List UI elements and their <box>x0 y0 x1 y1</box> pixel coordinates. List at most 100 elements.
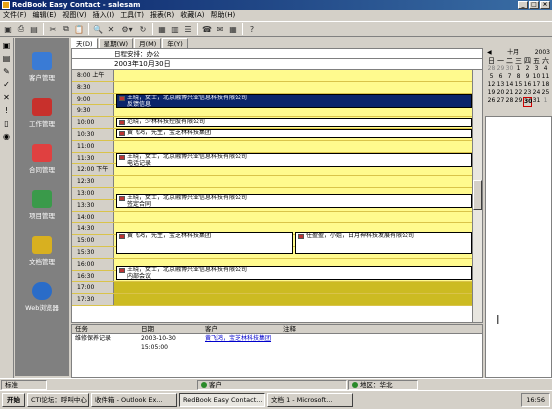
calendar-day[interactable]: 5 <box>487 73 496 81</box>
sidebar-item-projects[interactable]: 项目管理 <box>15 190 69 220</box>
appointment[interactable]: 王晓，女士，北京融博兴业信息科技有限公司 签定合同 <box>116 194 472 208</box>
calendar-day[interactable]: 1 <box>541 97 550 107</box>
time-slot[interactable] <box>114 81 472 93</box>
menu-favorites[interactable]: 收藏(A) <box>180 10 204 21</box>
time-slot[interactable] <box>114 176 472 187</box>
column-header-customer[interactable]: 客户 <box>202 325 280 333</box>
sidebar-item-contracts[interactable]: 合同管理 <box>15 144 69 174</box>
appointment[interactable]: 王晓，女士，北京融博兴业信息科技有限公司 电话记录 <box>116 153 472 167</box>
calendar-day[interactable]: 30 <box>505 65 514 73</box>
column-header-date[interactable]: 日期 <box>138 325 202 333</box>
calendar-day[interactable]: 20 <box>496 89 505 97</box>
calendar-day[interactable]: 12 <box>487 81 496 89</box>
calendar-icon[interactable]: ▦ <box>227 23 239 35</box>
calendar-day[interactable]: 11 <box>541 73 550 81</box>
calendar-day[interactable]: 27 <box>496 97 505 107</box>
time-slot[interactable] <box>114 294 472 305</box>
column-header-note[interactable]: 注释 <box>280 325 482 333</box>
pencil-icon[interactable]: ✎ <box>1 66 12 77</box>
calendar-day[interactable]: 17 <box>532 81 541 89</box>
calendar-day[interactable]: 16 <box>523 81 532 89</box>
phone-icon[interactable]: ☎ <box>201 23 213 35</box>
start-button[interactable]: 开始 <box>2 393 25 407</box>
calendar-day[interactable]: 9 <box>523 73 532 81</box>
paste-icon[interactable]: 📋 <box>73 23 85 35</box>
calendar-day[interactable]: 4 <box>541 65 550 73</box>
schedule-scrollbar[interactable] <box>472 70 482 322</box>
refresh-icon[interactable]: ↻ <box>137 23 149 35</box>
taskbar-item-cti[interactable]: CTI论坛：呼叫中心 - ... <box>27 393 89 407</box>
cut-icon[interactable]: ✂ <box>47 23 59 35</box>
tab-year[interactable]: 年(Y) <box>162 38 188 48</box>
calendar-month[interactable]: 十月 <box>507 48 519 57</box>
appointment[interactable]: 黄飞鸿，先生，宝芝林科技集团 <box>116 232 293 254</box>
close-button[interactable]: × <box>540 1 550 9</box>
calendar-day[interactable]: 6 <box>496 73 505 81</box>
calendar-day[interactable]: 10 <box>532 73 541 81</box>
task-customer-link[interactable]: 黄飞鸿，宝芝林科技集团 <box>202 334 280 343</box>
check-icon[interactable]: ✓ <box>1 79 12 90</box>
calendar-day[interactable]: 22 <box>514 89 523 97</box>
menu-tools[interactable]: 工具(T) <box>120 10 144 21</box>
time-slot[interactable] <box>114 211 472 223</box>
calendar-day[interactable]: 7 <box>505 73 514 81</box>
column-header-task[interactable]: 任务 <box>72 325 138 333</box>
calendar-day[interactable]: 1 <box>514 65 523 73</box>
calendar-day[interactable]: 14 <box>505 81 514 89</box>
cross-icon[interactable]: ✕ <box>1 92 12 103</box>
menu-view[interactable]: 视图(V) <box>62 10 86 21</box>
tab-day[interactable]: 天(D) <box>71 38 98 48</box>
calendar-day[interactable]: 28 <box>505 97 514 107</box>
time-row[interactable]: 17:00 <box>72 282 482 295</box>
prev-month-button[interactable]: ◀ <box>487 48 492 57</box>
globe-icon[interactable]: ◉ <box>1 131 12 142</box>
calendar-day[interactable]: 29 <box>496 65 505 73</box>
time-slot[interactable] <box>114 70 472 81</box>
print-icon[interactable]: ⎙ <box>15 23 27 35</box>
calendar-day[interactable]: 30 <box>523 97 532 107</box>
calendar-day[interactable]: 2 <box>523 65 532 73</box>
menu-file[interactable]: 文件(F) <box>3 10 27 21</box>
calendar-day[interactable]: 13 <box>496 81 505 89</box>
calendar-day[interactable]: 8 <box>514 73 523 81</box>
calendar-day[interactable]: 25 <box>541 89 550 97</box>
menu-insert[interactable]: 插入(I) <box>93 10 115 21</box>
doc-icon[interactable]: ▯ <box>1 118 12 129</box>
time-row[interactable]: 8:00 上午 <box>72 70 482 82</box>
menu-edit[interactable]: 编辑(E) <box>33 10 57 21</box>
sidebar-item-documents[interactable]: 文档管理 <box>15 236 69 266</box>
calendar-day[interactable]: 26 <box>487 97 496 107</box>
maximize-button[interactable]: □ <box>529 1 539 9</box>
table-icon[interactable]: ▥ <box>169 23 181 35</box>
filter-dropdown-icon[interactable]: ⚙▾ <box>118 23 136 35</box>
standard-tab[interactable]: 标准 <box>1 379 47 390</box>
time-row[interactable]: 11:00 <box>72 140 482 153</box>
taskbar-item-redbook[interactable]: RedBook Easy Contact... <box>179 393 265 407</box>
select-icon[interactable]: ▣ <box>1 40 12 51</box>
list-icon[interactable]: ☰ <box>182 23 194 35</box>
appointment[interactable]: 范晓，少林科技控股有限公司 <box>116 118 472 127</box>
appointment[interactable]: 王晓，女士，北京融博兴业信息科技有限公司 反馈信息 <box>116 94 472 108</box>
table-row[interactable]: 维修保养记录 2003-10-30 15:05:00 黄飞鸿，宝芝林科技集团 <box>72 334 482 351</box>
calendar-day[interactable]: 18 <box>541 81 550 89</box>
calendar-day[interactable]: 23 <box>523 89 532 97</box>
time-row[interactable]: 17:30 <box>72 294 482 306</box>
find-icon[interactable]: 🔍 <box>92 23 104 35</box>
appointment[interactable]: 黄飞鸿，先生，宝芝林科技集团 <box>116 129 472 138</box>
help-icon[interactable]: ? <box>246 23 258 35</box>
minimize-button[interactable]: _ <box>518 1 528 9</box>
taskbar-item-outlook[interactable]: 收件箱 - Outlook Ex... <box>91 393 177 407</box>
sidebar-item-customers[interactable]: 客户管理 <box>15 52 69 82</box>
tab-month[interactable]: 月(M) <box>134 38 162 48</box>
clock[interactable]: 16:56 <box>526 396 545 404</box>
taskbar-item-word[interactable]: 文档 1 - Microsoft... <box>267 393 353 407</box>
menu-reports[interactable]: 报表(R) <box>150 10 174 21</box>
time-row[interactable]: 14:00 <box>72 211 482 224</box>
appointment[interactable]: 任盈盈，小姐，日月神科技发展有限公司 <box>295 232 472 254</box>
calendar-day[interactable]: 21 <box>505 89 514 97</box>
mail-icon[interactable]: ✉ <box>214 23 226 35</box>
preview-icon[interactable]: ▤ <box>28 23 40 35</box>
save-icon[interactable]: ▣ <box>2 23 14 35</box>
delete-icon[interactable]: ✕ <box>105 23 117 35</box>
calendar-day[interactable]: 28 <box>487 65 496 73</box>
